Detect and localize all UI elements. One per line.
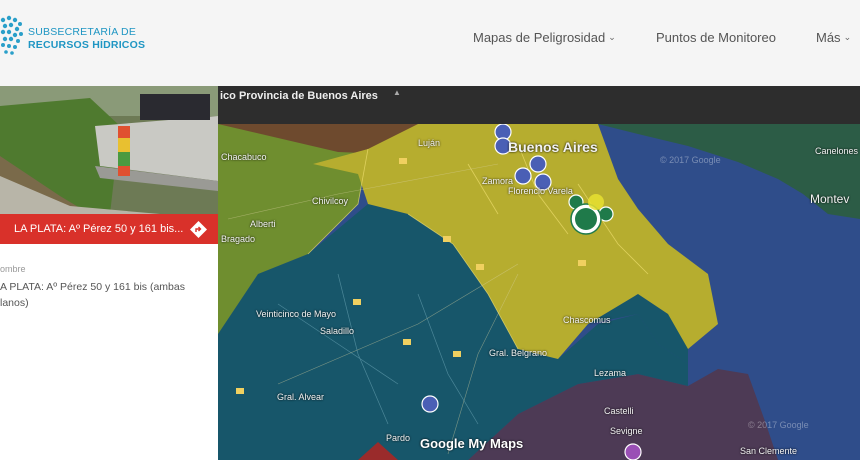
map-label: Canelones	[815, 146, 859, 156]
map-label: Gral. Belgrano	[489, 348, 548, 358]
location-header[interactable]: LA PLATA: Aº Pérez 50 y 161 bis...	[0, 214, 218, 244]
map-label: Saladillo	[320, 326, 355, 336]
map-label: Chacabuco	[221, 152, 267, 162]
org-name[interactable]: SUBSECRETARÍA DE RECURSOS HÍDRICOS	[28, 26, 145, 52]
map-label: Luján	[418, 138, 441, 148]
map-label: Castelli	[604, 406, 634, 416]
map-label: Sevigne	[610, 426, 643, 436]
map-label: Chivilcoy	[312, 196, 349, 206]
nav-item-label: Puntos de Monitoreo	[656, 30, 776, 45]
google-my-maps-logo[interactable]: Google My Maps	[420, 436, 523, 451]
org-name-line2: RECURSOS HÍDRICOS	[28, 39, 146, 51]
hazard-map[interactable]	[218, 124, 860, 460]
map-label: Lezama	[594, 368, 627, 378]
map-label: Florencio Varela	[508, 186, 573, 196]
map-title[interactable]: ico Provincia de Buenos Aires	[218, 86, 378, 106]
map-label: Buenos Aires	[508, 139, 598, 155]
site-photo[interactable]	[0, 86, 218, 214]
nav-item-label: Mapas de Peligrosidad	[473, 30, 606, 45]
map-label: Montev	[810, 192, 850, 206]
nav-item-label: Más	[816, 30, 841, 45]
map-label: Bragado	[221, 234, 256, 244]
share-icon[interactable]: ▲	[393, 88, 401, 97]
map-label: San Clemente	[740, 446, 798, 456]
map-label: Veinticinco de Mayo	[256, 309, 337, 319]
nav-mas[interactable]: Más ⌄	[816, 30, 851, 45]
field-label-nombre: ombre	[0, 264, 26, 274]
directions-icon[interactable]	[190, 221, 207, 238]
nav-puntos-de-monitoreo[interactable]: Puntos de Monitoreo	[656, 30, 776, 45]
map-label: Zamora	[482, 176, 514, 186]
map-watermark: © 2017 Google	[748, 420, 809, 430]
map-watermark: © 2017 Google	[660, 155, 721, 165]
location-details	[0, 244, 218, 460]
map-label: Alberti	[250, 219, 276, 229]
chevron-down-icon: ⌄	[608, 32, 616, 42]
hydro-tree-logo-icon[interactable]	[0, 14, 24, 58]
map-label: Gral. Alvear	[277, 392, 325, 402]
map-label: Chascomus	[563, 315, 611, 325]
nav-mapas-de-peligrosidad[interactable]: Mapas de Peligrosidad ⌄	[473, 30, 616, 45]
org-name-line1: SUBSECRETARÍA DE	[28, 26, 137, 38]
site-header: SUBSECRETARÍA DE RECURSOS HÍDRICOS Mapas…	[0, 0, 860, 86]
chevron-down-icon: ⌄	[843, 32, 852, 42]
location-title: LA PLATA: Aº Pérez 50 y 161 bis...	[14, 223, 184, 235]
map-label: Pardo	[386, 433, 411, 443]
field-value-nombre: A PLATA: Aº Pérez 50 y 161 bis (ambas la…	[0, 281, 185, 309]
